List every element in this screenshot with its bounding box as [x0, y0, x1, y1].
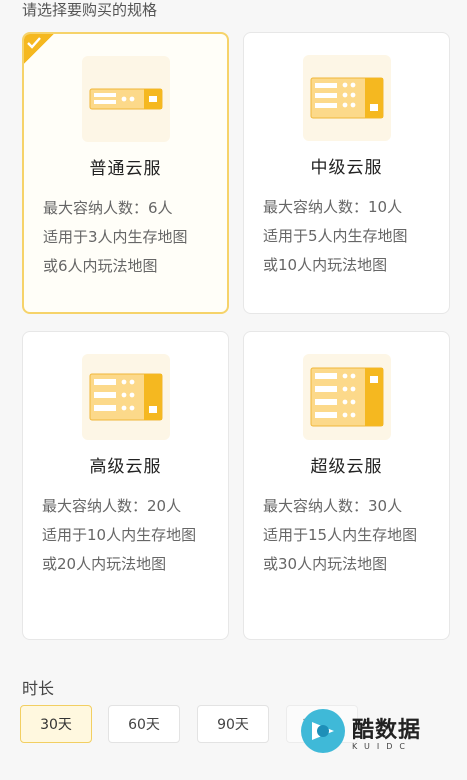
server-icon — [81, 354, 170, 440]
watermark: 酷数据 KUIDC — [300, 708, 421, 754]
duration-title: 时长 — [22, 679, 55, 698]
check-icon — [24, 34, 56, 66]
section-title: 请选择要购买的规格 — [22, 1, 158, 19]
duration-30-button[interactable]: 30天 — [20, 705, 92, 743]
plan-name: 普通云服 — [89, 159, 162, 179]
plan-card-basic[interactable]: 普通云服 最大容纳人数：6人 适用于3人内生存地图 或6人内玩法地图 — [22, 32, 229, 314]
plan-name: 中级云服 — [310, 158, 383, 178]
server-icon — [302, 354, 391, 440]
duration-60-button[interactable]: 60天 — [108, 705, 180, 743]
watermark-logo-icon — [300, 708, 346, 754]
plan-card-advanced[interactable]: 高级云服 最大容纳人数：20人 适用于10人内生存地图 或20人内玩法地图 — [22, 331, 229, 640]
duration-90-button[interactable]: 90天 — [197, 705, 269, 743]
plan-desc: 最大容纳人数：6人 适用于3人内生存地图 或6人内玩法地图 — [43, 199, 188, 275]
watermark-text: 酷数据 — [352, 717, 422, 743]
server-icon — [302, 55, 391, 141]
plan-desc: 最大容纳人数：10人 适用于5人内生存地图 或10人内玩法地图 — [263, 198, 408, 274]
plan-desc: 最大容纳人数：20人 适用于10人内生存地图 或20人内玩法地图 — [42, 497, 197, 573]
plan-card-super[interactable]: 超级云服 最大容纳人数：30人 适用于15人内生存地图 或30人内玩法地图 — [243, 331, 450, 640]
plan-name: 超级云服 — [310, 457, 383, 477]
plan-name: 高级云服 — [89, 457, 162, 477]
plan-card-intermediate[interactable]: 中级云服 最大容纳人数：10人 适用于5人内生存地图 或10人内玩法地图 — [243, 32, 450, 314]
plan-desc: 最大容纳人数：30人 适用于15人内生存地图 或30人内玩法地图 — [263, 497, 418, 573]
server-icon — [81, 56, 170, 142]
watermark-subtext: KUIDC — [352, 741, 412, 751]
